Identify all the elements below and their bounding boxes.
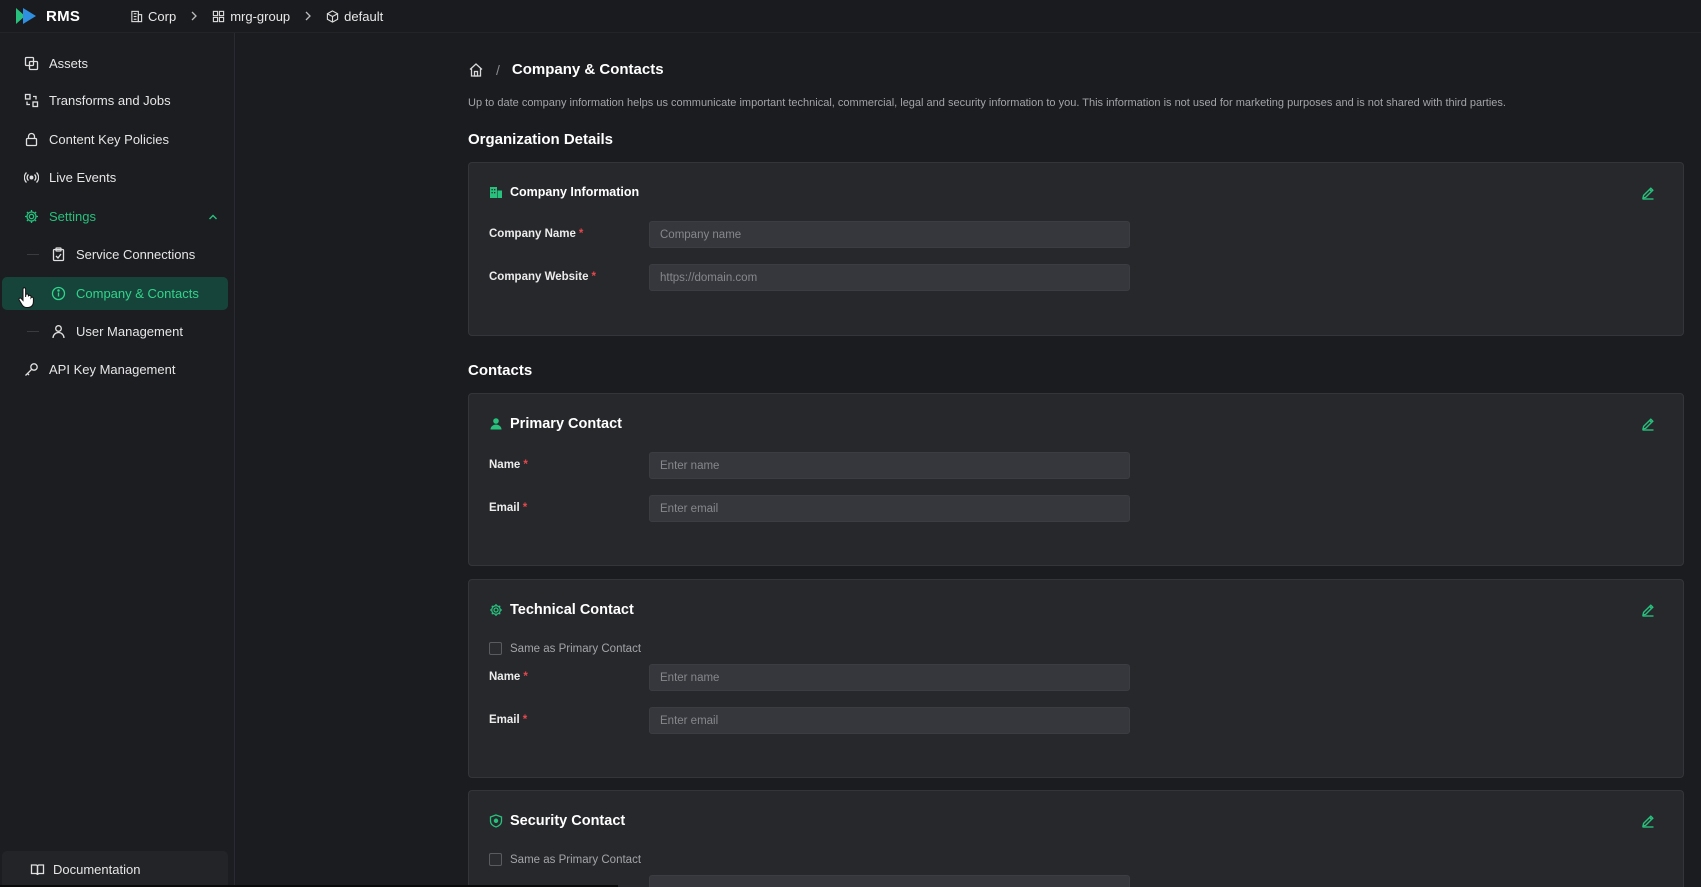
breadcrumb-separator: / [496,61,500,78]
primary-contact-card: Primary Contact Name* Email* [468,393,1684,566]
sidebar-item-service-connections[interactable]: Service Connections [2,238,228,271]
required-marker: * [523,671,528,683]
card-title: Company Information [510,185,640,199]
card-title: Technical Contact [510,602,634,618]
grid-icon [213,10,225,22]
gear-icon [490,604,502,616]
tree-connector [27,331,39,332]
key-icon [25,363,38,376]
company-information-card: Company Information Company Name * Compan… [468,162,1684,336]
breadcrumb-default[interactable]: default [326,9,383,24]
page-breadcrumb: / Company & Contacts [468,61,664,78]
security-name-input[interactable] [649,875,1130,887]
required-marker: * [522,502,528,514]
lock-icon [25,132,38,147]
required-marker: * [522,714,528,726]
app-name: RMS [46,7,81,25]
required-marker: * [523,459,528,471]
cube-icon [326,9,339,23]
technical-email-input[interactable] [649,707,1130,734]
organization-section-title: Organization Details [468,131,614,148]
tree-connector [27,254,39,255]
chevron-right-icon [191,11,198,21]
same-as-primary-checkbox[interactable] [489,642,502,655]
technical-name-input[interactable] [649,664,1130,691]
home-icon[interactable] [468,62,484,78]
card-title: Security Contact [510,813,626,829]
transforms-icon [24,93,39,108]
chevron-up-icon[interactable] [208,212,218,222]
sidebar-item-assets[interactable]: Assets [2,47,228,80]
rms-logo-icon [16,8,36,24]
card-header: Security Contact [489,813,625,829]
building-icon [490,187,502,198]
sidebar-item-api-key-management[interactable]: API Key Management [2,353,228,386]
primary-name-label: Name * [489,459,528,471]
gear-icon [25,210,38,223]
documentation-link[interactable]: Documentation [2,851,228,887]
company-name-input[interactable] [649,221,1130,248]
required-marker: * [578,228,584,240]
chevron-right-icon [305,11,312,21]
clipboard-icon [52,247,65,262]
assets-icon [24,56,39,71]
shield-icon [489,814,503,828]
edit-pencil-icon[interactable] [1641,417,1655,431]
sidebar-item-user-management[interactable]: User Management [2,315,228,348]
security-same-as-primary[interactable]: Same as Primary Contact [489,853,641,866]
page-title: Company & Contacts [511,61,664,78]
primary-name-input[interactable] [649,452,1130,479]
sidebar-item-company-contacts[interactable]: Company & Contacts [2,277,228,310]
company-website-label: Company Website * [489,271,596,283]
breadcrumb-corp[interactable]: Corp [130,9,176,24]
main-content: / Company & Contacts Up to date company … [236,33,1701,887]
page-intro: Up to date company information helps us … [468,97,1506,109]
primary-email-label: Email * [489,502,528,514]
security-contact-card: Security Contact Same as Primary Contact [468,790,1684,887]
top-bar: RMS Corp mrg-group default [0,0,1701,33]
sidebar-item-content-key-policies[interactable]: Content Key Policies [2,123,228,156]
technical-contact-card: Technical Contact Same as Primary Contac… [468,579,1684,778]
building-icon [131,10,143,22]
brand[interactable]: RMS [16,8,130,25]
card-header: Company Information [489,185,639,199]
context-breadcrumb: Corp mrg-group default [130,9,383,24]
technical-email-label: Email * [489,714,528,726]
same-as-primary-checkbox[interactable] [489,853,502,866]
user-icon [52,325,65,339]
contacts-section-title: Contacts [468,362,533,379]
primary-email-input[interactable] [649,495,1130,522]
info-icon [51,286,66,301]
technical-same-as-primary[interactable]: Same as Primary Contact [489,642,641,655]
sidebar-item-transforms[interactable]: Transforms and Jobs [2,84,228,117]
technical-name-label: Name * [489,671,528,683]
book-icon [30,863,45,875]
sidebar-item-settings[interactable]: Settings [2,200,228,233]
card-header: Primary Contact [489,416,622,432]
edit-pencil-icon[interactable] [1641,603,1655,617]
required-marker: * [591,271,596,283]
company-website-input[interactable] [649,264,1130,291]
broadcast-icon [24,172,39,183]
sidebar-item-live-events[interactable]: Live Events [2,161,228,194]
breadcrumb-mrg-group[interactable]: mrg-group [212,9,290,24]
edit-pencil-icon[interactable] [1641,186,1655,200]
edit-pencil-icon[interactable] [1641,814,1655,828]
user-icon [490,418,502,430]
card-title: Primary Contact [510,416,623,432]
hand-pointer-cursor-icon [18,287,34,308]
sidebar: Assets Transforms and Jobs Content Key P… [0,33,235,887]
company-name-label: Company Name * [489,228,584,240]
card-header: Technical Contact [489,602,634,618]
